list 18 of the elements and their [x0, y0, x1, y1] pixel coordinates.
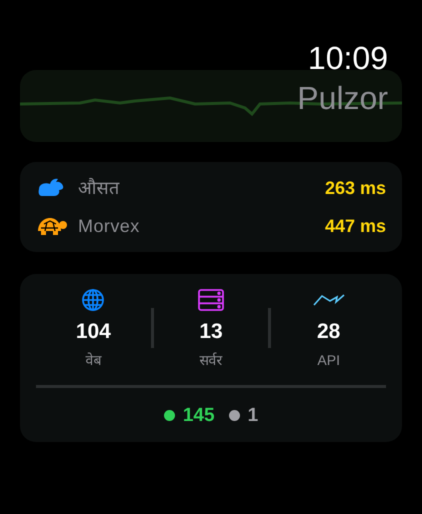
latency-value: 447 ms — [324, 214, 386, 238]
stat-label: वेब — [85, 350, 102, 370]
clock-time: 10:09 — [308, 40, 388, 76]
stat-label: API — [317, 350, 340, 370]
stat-count: 13 — [199, 319, 223, 345]
server-label: Morvex — [78, 214, 140, 238]
server-icon — [198, 289, 224, 311]
globe-icon — [81, 288, 106, 312]
stat-count: 28 — [317, 319, 340, 345]
app-title: Pulzor — [297, 80, 388, 116]
server-label: औसत — [78, 176, 120, 200]
wave-line-icon — [312, 293, 345, 307]
status-count: 1 — [248, 404, 258, 428]
stat-label: सर्वर — [200, 350, 222, 370]
status-count: 145 — [182, 404, 215, 428]
latency-value: 263 ms — [324, 176, 386, 200]
stat-count: 104 — [76, 319, 111, 345]
turtle-icon — [36, 215, 68, 237]
